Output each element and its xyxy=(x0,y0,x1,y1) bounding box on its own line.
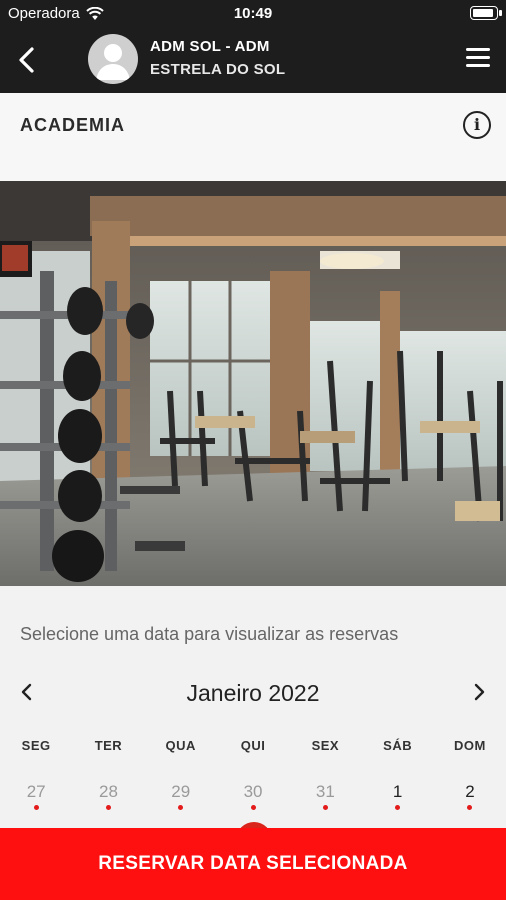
hamburger-icon-line xyxy=(466,48,490,51)
status-bar: Operadora 10:49 xyxy=(0,0,506,28)
gym-photo xyxy=(0,181,506,586)
top-bar: Operadora 10:49 ADM SOL - ADM ESTRELA DO… xyxy=(0,0,506,93)
next-month-button[interactable] xyxy=(466,682,486,706)
day-number: 29 xyxy=(171,782,191,801)
calendar-day[interactable]: 28 xyxy=(72,782,144,812)
weekday-label: SEX xyxy=(311,738,340,753)
day-number: 30 xyxy=(243,782,263,801)
app-header: ADM SOL - ADM ESTRELA DO SOL xyxy=(0,28,506,93)
info-icon[interactable]: i xyxy=(463,111,491,139)
reservation-dot xyxy=(395,805,401,810)
calendar-day[interactable]: 1 xyxy=(361,782,433,812)
calendar-day[interactable]: 27 xyxy=(0,782,72,812)
calendar-day[interactable]: 2 xyxy=(434,782,506,812)
user-name: ADM SOL - ADM xyxy=(150,38,270,55)
battery-icon xyxy=(470,6,502,20)
chevron-right-icon xyxy=(474,683,485,701)
day-number: 2 xyxy=(465,782,475,801)
weekday-label: SEG xyxy=(21,738,51,753)
clock: 10:49 xyxy=(233,5,273,22)
condominium-name: ESTRELA DO SOL xyxy=(150,61,286,78)
reservation-dot xyxy=(322,805,328,810)
reservation-dot xyxy=(250,805,256,810)
weekday-label: QUA xyxy=(165,738,196,753)
calendar-day[interactable]: 31 xyxy=(289,782,361,812)
day-number: 1 xyxy=(392,782,403,801)
gym-photo-illustration xyxy=(0,181,506,586)
hamburger-icon-line xyxy=(466,64,490,67)
section-header: ACADEMIA i xyxy=(0,93,506,181)
weekday-label: SÁB xyxy=(383,738,413,753)
weekday-label: DOM xyxy=(454,738,486,753)
chevron-left-icon xyxy=(19,47,34,73)
screen: Operadora 10:49 ADM SOL - ADM ESTRELA DO… xyxy=(0,0,506,900)
weekday-label: QUI xyxy=(240,738,266,753)
calendar-prompt: Selecione uma data para visualizar as re… xyxy=(20,624,399,644)
header-titles: ADM SOL - ADM ESTRELA DO SOL xyxy=(150,38,285,78)
reservation-dot xyxy=(178,805,184,810)
reservation-dot xyxy=(467,805,473,810)
day-number: 28 xyxy=(98,782,118,801)
calendar-day[interactable]: 30 xyxy=(217,782,289,812)
day-number: 31 xyxy=(315,782,335,801)
menu-button[interactable] xyxy=(466,48,490,68)
calendar-week-row: 27 28 29 30 31 1 2 xyxy=(0,782,506,812)
weekday-label: TER xyxy=(94,738,123,753)
calendar-day[interactable]: 29 xyxy=(145,782,217,812)
user-icon xyxy=(96,44,130,80)
page-title: ACADEMIA xyxy=(20,115,125,135)
reservation-dot xyxy=(33,805,39,810)
back-button[interactable] xyxy=(14,44,42,76)
hamburger-icon-line xyxy=(466,56,490,59)
weekday-header: SEG TER QUA QUI SEX SÁB DOM xyxy=(0,738,506,753)
month-label: Janeiro 2022 xyxy=(186,680,320,706)
avatar xyxy=(88,34,138,84)
reservation-dot xyxy=(105,805,111,810)
reserve-selected-date-button[interactable]: RESERVAR DATA SELECIONADA xyxy=(0,828,506,900)
day-number: 27 xyxy=(26,782,46,801)
